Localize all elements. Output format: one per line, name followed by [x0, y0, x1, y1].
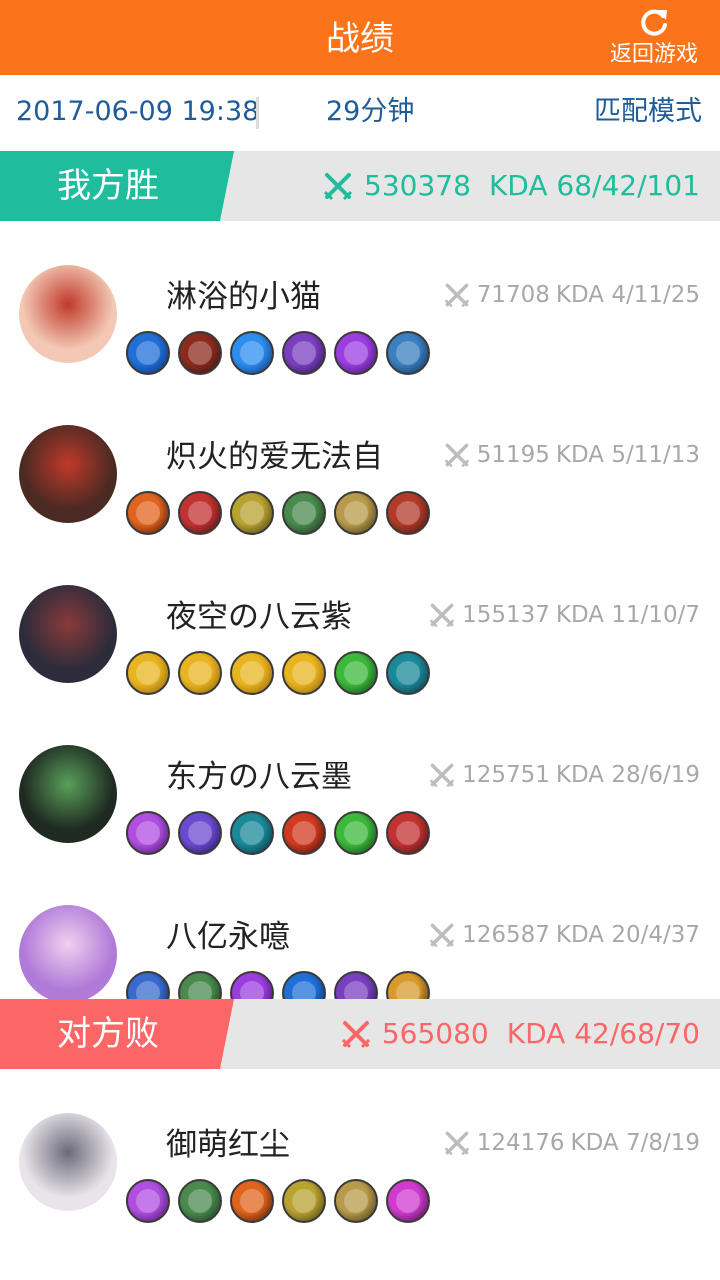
player-damage: 126587 — [462, 922, 550, 948]
purple-sword-item[interactable] — [126, 1179, 170, 1223]
pink-crystal-item[interactable] — [386, 1179, 430, 1223]
enemy-team-banner: 对方败 565080 KDA 42/68/70 — [0, 999, 720, 1069]
blue-staff-item[interactable] — [126, 331, 170, 375]
purple-orb-item[interactable] — [282, 331, 326, 375]
match-mode: 匹配模式 — [594, 96, 702, 127]
match-duration: 29分钟 — [326, 96, 415, 127]
equipment-list — [126, 1179, 430, 1223]
green-boots-item[interactable] — [282, 491, 326, 535]
player-damage: 51195 — [476, 442, 550, 468]
team-stats: 565080 KDA 42/68/70 — [340, 999, 700, 1069]
player-avatar[interactable] — [19, 745, 117, 843]
player-damage: 125751 — [462, 762, 550, 788]
gold-armor-item[interactable] — [334, 1179, 378, 1223]
my-team-banner: 我方胜 530378 KDA 68/42/101 — [0, 151, 720, 221]
return-to-game-label: 返回游戏 — [609, 42, 698, 67]
red-boots-item[interactable] — [178, 331, 222, 375]
crossed-swords-icon — [323, 173, 353, 201]
purple-sword-item[interactable] — [126, 811, 170, 855]
red-ring-item[interactable] — [386, 491, 430, 535]
player-stats: 155137 KDA 11/10/7 — [428, 599, 700, 631]
player-stats: 124176 KDA 7/8/19 — [443, 1127, 700, 1159]
player-avatar[interactable] — [19, 905, 117, 1003]
player-damage: 71708 — [476, 282, 550, 308]
team-kda: KDA 42/68/70 — [506, 1017, 700, 1050]
player-kda: KDA 4/11/25 — [555, 282, 700, 308]
crossed-swords-icon — [341, 1021, 370, 1049]
team-result-label: 我方胜 — [0, 151, 234, 221]
player-name: 炽火的爱无法自 — [166, 439, 383, 475]
equipment-list — [126, 811, 430, 855]
crossed-swords-icon — [444, 443, 470, 468]
player-kda: KDA 20/4/37 — [555, 922, 700, 948]
player-stats: 51195 KDA 5/11/13 — [443, 439, 700, 471]
player-damage: 124176 — [476, 1130, 565, 1156]
green-blade-item[interactable] — [334, 651, 378, 695]
player-avatar[interactable] — [19, 425, 117, 523]
gold-crest-item[interactable] — [282, 651, 326, 695]
gold-armor-item[interactable] — [334, 491, 378, 535]
player-row[interactable]: 夜空の八云紫 155137 KDA 11/10/7 — [0, 585, 720, 745]
player-avatar[interactable] — [19, 585, 117, 683]
gold-crest-item[interactable] — [178, 651, 222, 695]
purple-fist-item[interactable] — [334, 331, 378, 375]
info-divider — [256, 97, 259, 129]
player-stats: 126587 KDA 20/4/37 — [428, 919, 700, 951]
team-damage: 530378 — [364, 169, 471, 202]
player-row[interactable]: 炽火的爱无法自 51195 KDA 5/11/13 — [0, 425, 720, 585]
teal-claw-item[interactable] — [230, 811, 274, 855]
team-stats: 530378 KDA 68/42/101 — [322, 151, 700, 221]
green-blade-item[interactable] — [334, 811, 378, 855]
player-name: 八亿永噫 — [166, 919, 290, 955]
return-to-game-button[interactable]: 返回游戏 — [604, 4, 704, 72]
crossed-swords-icon — [429, 763, 455, 788]
player-name: 淋浴的小猫 — [166, 279, 321, 315]
gold-helm-item[interactable] — [282, 1179, 326, 1223]
player-name: 御萌红尘 — [166, 1127, 290, 1163]
axe-item[interactable] — [178, 491, 222, 535]
player-kda: KDA 5/11/13 — [555, 442, 700, 468]
player-kda: KDA 28/6/19 — [555, 762, 700, 788]
equipment-list — [126, 491, 430, 535]
team-result-label: 对方败 — [0, 999, 234, 1069]
player-row[interactable]: 淋浴的小猫 71708 KDA 4/11/25 — [0, 265, 720, 425]
gold-crest-item[interactable] — [126, 651, 170, 695]
gold-crest-item[interactable] — [230, 651, 274, 695]
blue-hammer-item[interactable] — [386, 331, 430, 375]
match-datetime: 2017-06-09 19:38 — [16, 96, 260, 127]
player-name: 东方の八云墨 — [166, 759, 352, 795]
axe-item[interactable] — [386, 811, 430, 855]
player-stats: 125751 KDA 28/6/19 — [428, 759, 700, 791]
crossed-swords-icon — [444, 1131, 470, 1156]
refresh-icon — [641, 9, 667, 36]
purple-blade-item[interactable] — [178, 811, 222, 855]
red-armor-item[interactable] — [282, 811, 326, 855]
player-avatar[interactable] — [19, 1113, 117, 1211]
player-stats: 71708 KDA 4/11/25 — [443, 279, 700, 311]
app-header: 战绩 返回游戏 — [0, 0, 720, 75]
team-damage: 565080 — [381, 1017, 489, 1050]
crossed-swords-icon — [444, 283, 470, 308]
green-boots-item[interactable] — [178, 1179, 222, 1223]
player-name: 夜空の八云紫 — [166, 599, 352, 635]
player-row[interactable]: 东方の八云墨 125751 KDA 28/6/19 — [0, 745, 720, 905]
match-info-bar: 2017-06-09 19:38 29分钟 匹配模式 — [0, 75, 720, 151]
crossed-swords-icon — [429, 923, 455, 948]
fire-blade-item[interactable] — [230, 1179, 274, 1223]
player-kda: KDA 7/8/19 — [570, 1130, 700, 1156]
player-row[interactable]: 御萌红尘 124176 KDA 7/8/19 — [0, 1113, 720, 1273]
player-kda: KDA 11/10/7 — [555, 602, 700, 628]
player-damage: 155137 — [462, 602, 550, 628]
equipment-list — [126, 651, 430, 695]
blue-sword-item[interactable] — [230, 331, 274, 375]
player-avatar[interactable] — [19, 265, 117, 363]
fire-blade-item[interactable] — [126, 491, 170, 535]
gold-helm-item[interactable] — [230, 491, 274, 535]
crossed-swords-icon — [429, 603, 455, 628]
team-kda: KDA 68/42/101 — [488, 169, 700, 202]
equipment-list — [126, 331, 430, 375]
teal-claw-item[interactable] — [386, 651, 430, 695]
